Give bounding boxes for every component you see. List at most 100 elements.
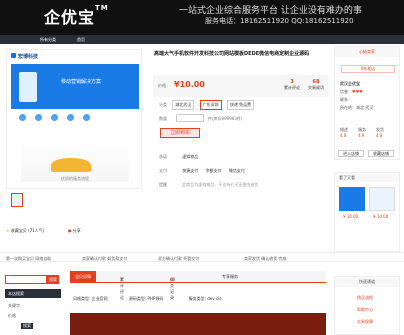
- quick-link[interactable]: 购买流程: [357, 295, 373, 301]
- note-value: 此商品为虚拟物品，不支持七天无理由退货: [182, 182, 259, 187]
- pay-method-3: 微信支付: [228, 168, 245, 173]
- service-step: 双方确认付款 托管交付: [158, 256, 200, 261]
- share-link[interactable]: ● 分享: [68, 228, 81, 234]
- note-row: 提醒 此商品为虚拟物品，不支持七天无理由退货: [159, 182, 258, 188]
- detail-banner-image: [70, 313, 326, 335]
- product-title: 高端大气手机软件开发科技公司网站模板DEDE微信电商定制企业源码: [154, 51, 310, 57]
- nav-all-categories[interactable]: 所有分类: [40, 37, 56, 43]
- search-input[interactable]: [5, 275, 47, 284]
- product-gallery: 宏博科技 移动营销解决方案 优质的服务流程: [6, 47, 146, 242]
- share-icon: ●: [68, 228, 72, 233]
- collect-shop-button[interactable]: 收藏店铺: [368, 150, 394, 157]
- promise-label: 承诺: [159, 154, 167, 159]
- detail-tabs: 宝贝详情 累计评论 3 成交记录 68 专享服务: [70, 271, 326, 300]
- quick-link[interactable]: 帮助中心: [357, 307, 373, 313]
- stat-trades[interactable]: 68 交易成功: [305, 79, 327, 91]
- collect-link[interactable]: ★ 收藏宝贝 (71人气): [6, 228, 44, 234]
- service-strip: 第一次购买宝贝 网络自助 卖家确认付款 如货款支付 双方确认付款 托管交付 卖家…: [0, 252, 404, 262]
- stock-text: 件(库存999903件): [208, 116, 243, 121]
- nav-home[interactable]: 首页: [77, 37, 85, 43]
- feature-icon: [19, 114, 26, 121]
- shop-search-header: 本店搜索: [5, 289, 61, 298]
- feature-icon: [35, 114, 42, 121]
- shop-search-submit[interactable]: 搜索: [21, 323, 33, 329]
- tab-details[interactable]: 宝贝详情: [70, 271, 96, 283]
- share-label: 分享: [72, 228, 81, 233]
- collect-label: 收藏宝贝 (71人气): [10, 228, 45, 233]
- score-item: 描述 4.8: [340, 127, 348, 138]
- site-logo[interactable]: 企优宝TM: [44, 4, 109, 28]
- contact-info: 服务电话：18162511920 QQ:18162511920: [205, 17, 354, 25]
- phone-icon: [19, 72, 37, 102]
- stat-reviews[interactable]: 3 累计评论: [281, 79, 303, 91]
- recommend-image[interactable]: [369, 187, 395, 211]
- star-icon: ★: [6, 228, 10, 233]
- address-value: 湖北 武汉: [356, 105, 374, 110]
- keyword-label: 关键字: [8, 303, 20, 308]
- service-step: 卖家发货 确认收货 完成: [244, 256, 287, 261]
- pay-label: 支付: [159, 168, 167, 173]
- option-1[interactable]: 湖北武汉: [172, 100, 195, 110]
- product-main-image[interactable]: 宏博科技 移动营销解决方案 优质的服务流程: [6, 49, 142, 189]
- top-header: 企优宝TM 一站式企业综合服务平台 让企业没有难办的事 服务电话：1816251…: [0, 0, 404, 35]
- service-step: 卖家确认付款 如货款支付: [82, 256, 128, 261]
- pay-method-2: 余额支付: [205, 168, 222, 173]
- image-caption: 优质的服务流程: [61, 176, 89, 181]
- score-item: 服务 4.9: [358, 127, 366, 138]
- price-value: ¥10.00: [174, 80, 205, 89]
- pay-row: 支付 快捷支付 余额支付 微信支付: [159, 168, 245, 174]
- feature-icon: [51, 114, 58, 121]
- search-button[interactable]: 搜索: [47, 275, 59, 284]
- grade-row: 信誉：♥♥♥: [340, 89, 363, 95]
- quick-link[interactable]: 交易保障: [357, 319, 373, 325]
- shop-search: 搜索 本店搜索 关键字 价格 搜索: [5, 275, 65, 335]
- option-label: 分类: [159, 102, 167, 107]
- recommend-header: 看了又看: [335, 173, 399, 182]
- banner-text: 移动营销解决方案: [61, 79, 102, 85]
- attribute-row: 风格类型: 企业官网 源码类型: PHP源码 服务类型: dev cie: [73, 296, 222, 302]
- score-item: 发货 4.8: [376, 127, 384, 138]
- price-label: 价格: [158, 83, 166, 88]
- quick-links: 快速通道 购买流程 帮助中心 交易保障: [334, 276, 400, 335]
- address-label: 所在地：: [340, 105, 356, 110]
- price-filter-label: 价格: [8, 313, 16, 318]
- product-thumbnail[interactable]: [11, 193, 23, 207]
- seller-card: 心级卖家 0年老店 武汉企优宝 信誉：♥♥♥ 联系： 所在地：湖北 武汉 描述 4…: [334, 46, 400, 160]
- recommend-price: ¥ 10.00: [373, 214, 389, 219]
- tab-services[interactable]: 专享服务: [222, 274, 238, 280]
- quantity-stepper[interactable]: [176, 114, 204, 122]
- grade-label: 信誉：: [340, 89, 352, 94]
- image-illustration: 优质的服务流程: [21, 140, 129, 182]
- contact-label: 联系：: [340, 97, 352, 102]
- shop-age-badge: 0年老店: [341, 65, 395, 73]
- price-box: 价格 ¥10.00 3 累计评论 68 交易成功: [153, 75, 329, 97]
- promise-value: 虚拟物品: [182, 154, 199, 159]
- slogan: 一站式企业综合服务平台 让企业没有难办的事: [179, 6, 362, 16]
- quick-links-header: 快速通道: [335, 277, 399, 287]
- gold-illustration-icon: [51, 158, 91, 172]
- enter-shop-button[interactable]: 进入店铺: [338, 150, 364, 157]
- attr-lang: 源码类型: PHP源码: [128, 296, 164, 301]
- feature-icons: [19, 114, 135, 124]
- feature-icon: [67, 114, 74, 121]
- recommend-panel: 看了又看 ¥ 10.00 ¥ 10.00: [334, 172, 400, 252]
- attr-service: 服务类型: dev cie: [188, 296, 222, 301]
- service-step: 第一次购买宝贝 网络自助: [6, 256, 52, 261]
- option-3[interactable]: 快递 免运费: [226, 100, 255, 110]
- promise-row: 承诺 虚拟物品: [159, 154, 198, 160]
- address-row: 所在地：湖北 武汉: [340, 105, 373, 111]
- heart-icon: ♥♥♥: [352, 89, 363, 94]
- option-2[interactable]: 广东深圳: [199, 100, 222, 110]
- pay-method-1: 快捷支付: [182, 168, 199, 173]
- main-nav: 所有分类 首页: [0, 35, 404, 44]
- score-row: 描述 4.8 服务 4.9 发货 4.8: [340, 127, 396, 138]
- image-brand: 宏博科技: [18, 54, 39, 60]
- buy-now-button[interactable]: 立即购买: [160, 128, 200, 138]
- quantity-label: 数量: [159, 116, 167, 121]
- feature-icon: [83, 114, 90, 121]
- option-row: 分类 湖北武汉 广东深圳 快递 免运费: [159, 100, 255, 110]
- recommend-image[interactable]: [339, 187, 365, 211]
- shop-name[interactable]: 武汉企优宝: [340, 81, 360, 87]
- seller-header: 心级卖家: [335, 47, 399, 57]
- recommend-price: ¥ 10.00: [343, 214, 359, 219]
